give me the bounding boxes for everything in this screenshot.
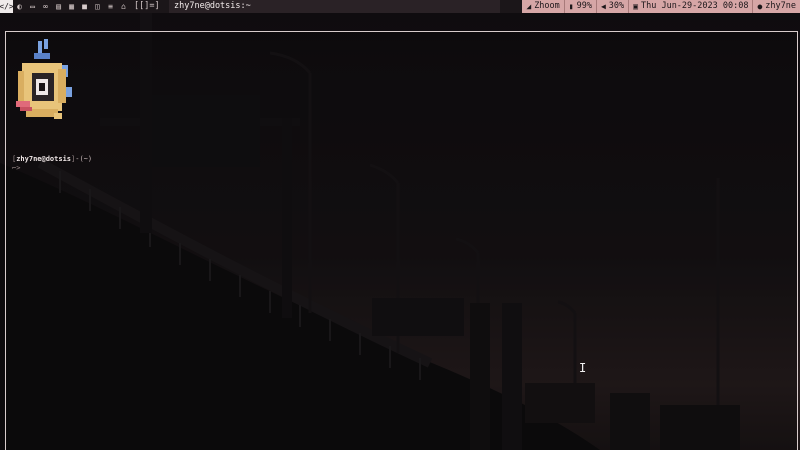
user-icon: ● bbox=[757, 2, 763, 11]
status-modules: ◢ Zhoom ▮ 99% ◀ 30% ▣ Thu Jun-29-2023 00… bbox=[522, 0, 800, 13]
volume-icon: ◀ bbox=[600, 2, 606, 11]
terminal-window[interactable]: [zhy7ne@dotsis]-(~) ⌐> bbox=[5, 31, 798, 450]
video-icon[interactable]: ■ bbox=[78, 0, 91, 13]
code-icon[interactable]: </> bbox=[0, 0, 14, 13]
volume-label: 30% bbox=[608, 1, 625, 11]
pixel-art-avatar bbox=[16, 39, 72, 119]
infinity-icon[interactable]: ∞ bbox=[39, 0, 52, 13]
bars-icon[interactable]: ≡ bbox=[104, 0, 117, 13]
layout-indicator[interactable]: [[]=] bbox=[130, 0, 164, 13]
clock-label: Thu Jun-29-2023 00:08 bbox=[640, 1, 749, 11]
prompt-user-host: zhy7ne@dotsis bbox=[16, 155, 72, 163]
workspace-list: </> ◐ ▭ ∞ ▤ ▦ ■ ◫ ≡ ⌂ [[]=] bbox=[0, 0, 164, 13]
wifi-icon: ◢ bbox=[526, 2, 532, 11]
chat-icon[interactable]: ▤ bbox=[52, 0, 65, 13]
calendar-icon: ▣ bbox=[633, 2, 638, 11]
wifi-module[interactable]: ◢ Zhoom bbox=[522, 0, 563, 13]
status-bar: </> ◐ ▭ ∞ ▤ ▦ ■ ◫ ≡ ⌂ [[]=] zhy7ne@dotsis:~ ◢ Zhoo… bbox=[0, 0, 800, 13]
film-icon[interactable]: ▦ bbox=[65, 0, 78, 13]
shell-prompt: [zhy7ne@dotsis]-(~) bbox=[12, 155, 92, 164]
user-label: zhy7ne bbox=[765, 1, 796, 11]
user-module[interactable]: ● zhy7ne bbox=[752, 0, 800, 13]
text-cursor-icon: I bbox=[579, 361, 587, 375]
battery-module[interactable]: ▮ 99% bbox=[563, 0, 596, 13]
battery-icon: ▮ bbox=[568, 2, 574, 11]
prompt-path: -(~) bbox=[75, 155, 93, 163]
wifi-label: Zhoom bbox=[534, 1, 560, 11]
clock-module[interactable]: ▣ Thu Jun-29-2023 00:08 bbox=[628, 0, 752, 13]
volume-module[interactable]: ◀ 30% bbox=[595, 0, 628, 13]
palette-icon[interactable]: ◐ bbox=[13, 0, 26, 13]
desktop: [zhy7ne@dotsis]-(~) ⌐> I bbox=[0, 13, 800, 450]
terminal-icon[interactable]: ▭ bbox=[26, 0, 39, 13]
battery-label: 99% bbox=[576, 1, 592, 11]
prompt-input-line[interactable]: ⌐> bbox=[12, 164, 20, 172]
gamepad-icon[interactable]: ◫ bbox=[91, 0, 104, 13]
window-title: zhy7ne@dotsis:~ bbox=[169, 0, 500, 13]
home-icon[interactable]: ⌂ bbox=[117, 0, 130, 13]
